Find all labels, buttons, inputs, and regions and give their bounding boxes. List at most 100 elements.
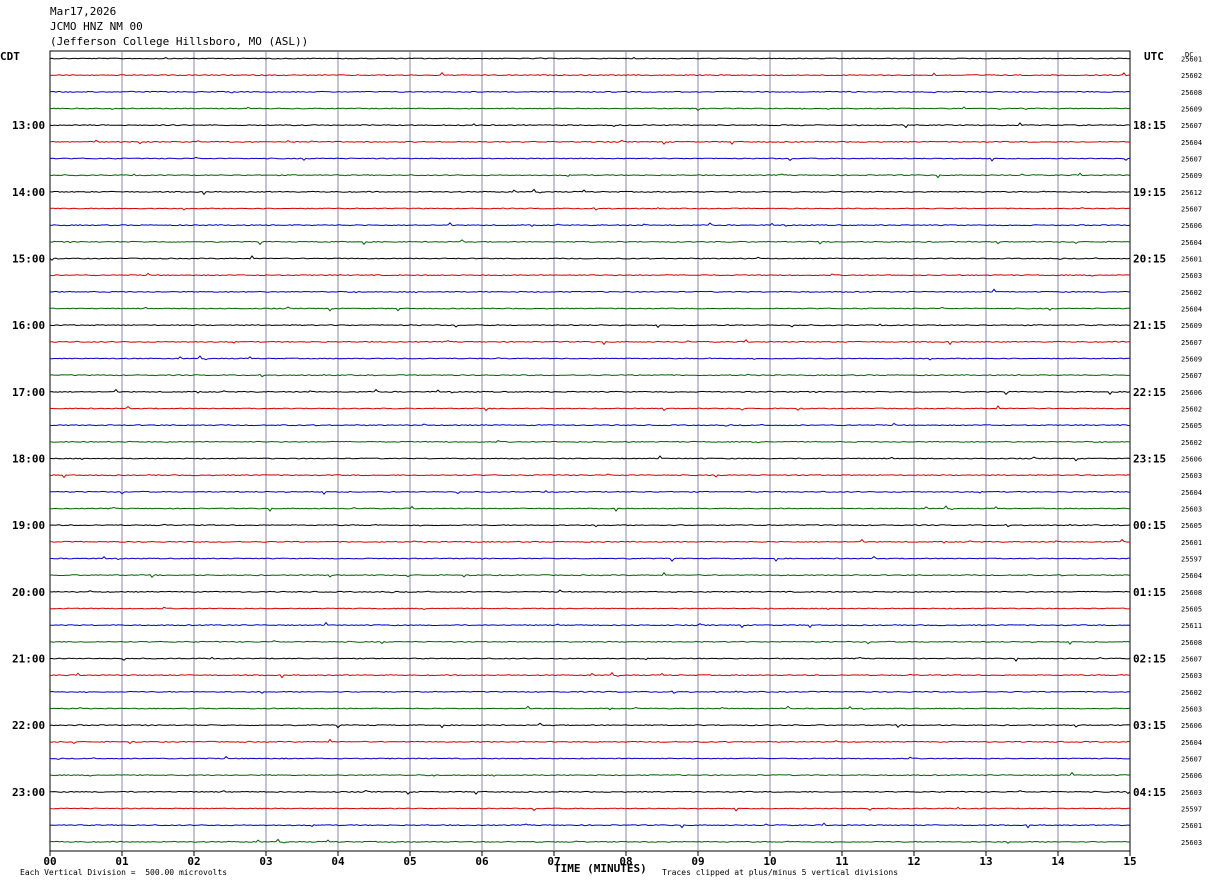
right-time-label: 02:15: [1133, 653, 1166, 666]
dc-offset-label: 25601: [1181, 256, 1202, 264]
seismic-trace: [49, 288, 1131, 294]
left-axis-label: CDT: [0, 50, 20, 63]
x-tick-label: 02: [187, 855, 200, 868]
left-time-label: 20:00: [12, 586, 45, 599]
x-tick-label: 03: [259, 855, 272, 868]
x-tick-label: 01: [115, 855, 129, 868]
dc-offset-label: 25604: [1181, 139, 1202, 147]
dc-offset-label: 25607: [1181, 122, 1202, 130]
left-time-label: 13:00: [12, 119, 45, 132]
dc-offset-label: 25604: [1181, 306, 1202, 314]
dc-offset-label: 25606: [1181, 722, 1202, 730]
seismic-trace: [49, 355, 1131, 361]
dc-offset-label: 25601: [1181, 822, 1202, 830]
seismic-trace: [49, 571, 1131, 578]
seismic-trace: [49, 538, 1131, 544]
dc-offset-label: 25601: [1181, 539, 1202, 547]
seismic-trace: [50, 339, 1131, 346]
right-time-label: 18:15: [1133, 119, 1166, 132]
dc-offset-label: 25597: [1181, 806, 1202, 814]
seismic-trace: [49, 139, 1131, 145]
left-time-label: 21:00: [12, 653, 45, 666]
x-tick-label: 00: [43, 855, 56, 868]
seismic-trace: [49, 222, 1131, 228]
seismic-trace: [49, 705, 1131, 711]
left-time-label: 18:00: [12, 453, 45, 466]
seismic-trace: [49, 806, 1131, 812]
left-time-label: 23:00: [12, 786, 45, 799]
seismic-trace: [49, 255, 1131, 261]
right-time-label: 23:15: [1133, 453, 1166, 466]
dc-offset-label: 25603: [1181, 839, 1202, 847]
dc-offset-label: 25603: [1181, 706, 1202, 714]
dc-offset-label: 25606: [1181, 772, 1202, 780]
x-tick-label: 09: [691, 855, 704, 868]
seismic-trace: [49, 207, 1131, 211]
left-time-label: 22:00: [12, 719, 45, 732]
seismic-trace: [50, 771, 1131, 777]
seismic-trace: [49, 690, 1131, 694]
dc-offset-label: 25603: [1181, 472, 1202, 480]
x-tick-label: 06: [475, 855, 489, 868]
seismic-trace: [49, 239, 1131, 246]
dc-offset-label: 25604: [1181, 489, 1202, 497]
right-time-label: 19:15: [1133, 186, 1166, 199]
seismic-trace: [49, 440, 1131, 444]
scale-note: Each Vertical Division = 500.00 microvol…: [20, 868, 228, 877]
seismic-trace: [50, 656, 1131, 662]
seismic-trace: [49, 388, 1131, 396]
dc-offset-label: 25609: [1181, 356, 1202, 364]
dc-offset-label: 25607: [1181, 656, 1202, 664]
x-tick-label: 14: [1051, 855, 1065, 868]
dc-offset-label: 25605: [1181, 606, 1202, 614]
dc-offset-label: 25608: [1181, 589, 1202, 597]
seismic-trace: [49, 473, 1131, 479]
dc-offset-label: 25605: [1181, 522, 1202, 530]
seismic-trace: [50, 555, 1130, 562]
dc-offset-label: 25604: [1181, 239, 1202, 247]
seismic-trace: [49, 756, 1131, 760]
dc-offset-label: 25603: [1181, 672, 1202, 680]
seismic-trace: [49, 188, 1131, 196]
right-time-label: 03:15: [1133, 719, 1166, 732]
dc-offset-label: 25603: [1181, 272, 1202, 280]
plot-frame: [49, 50, 1131, 852]
seismic-trace: [49, 422, 1131, 427]
seismic-trace: [49, 172, 1131, 179]
dc-offset-label: 25608: [1181, 89, 1202, 97]
left-time-label: 16:00: [12, 319, 45, 332]
right-time-label: 21:15: [1133, 319, 1166, 332]
dc-offset-label: 25602: [1181, 689, 1202, 697]
right-time-label: 01:15: [1133, 586, 1166, 599]
seismic-trace: [49, 589, 1131, 594]
right-time-label: 20:15: [1133, 253, 1166, 266]
seismic-trace: [49, 671, 1130, 679]
seismic-trace: [49, 640, 1131, 645]
seismic-trace: [49, 373, 1130, 378]
dc-offset-label: 25606: [1181, 222, 1202, 230]
seismic-trace: [49, 90, 1131, 94]
seismic-trace: [50, 455, 1131, 462]
left-time-label: 14:00: [12, 186, 45, 199]
dc-offset-label: 25611: [1181, 622, 1202, 630]
seismic-trace: [49, 323, 1131, 329]
left-time-label: 19:00: [12, 519, 45, 532]
dc-offset-label: 25607: [1181, 206, 1202, 214]
dc-offset-label: 25607: [1181, 756, 1202, 764]
dc-offset-label: 25607: [1181, 156, 1202, 164]
dc-offset-label: 25612: [1181, 189, 1202, 197]
dc-offset-label: 25606: [1181, 456, 1202, 464]
seismic-trace: [49, 306, 1131, 312]
seismic-trace: [49, 405, 1131, 412]
seismic-trace: [49, 106, 1131, 112]
dc-offset-label: 25597: [1181, 556, 1202, 564]
seismic-trace: [50, 621, 1131, 629]
dc-offset-label: 25605: [1181, 422, 1202, 430]
dc-offset-label: 25609: [1181, 172, 1202, 180]
x-tick-label: 13: [979, 855, 992, 868]
seismic-trace: [49, 822, 1131, 829]
seismic-trace: [49, 56, 1131, 60]
x-tick-label: 11: [835, 855, 849, 868]
dc-offset-label: 25608: [1181, 639, 1202, 647]
dc-offset-label: 25607: [1181, 339, 1202, 347]
